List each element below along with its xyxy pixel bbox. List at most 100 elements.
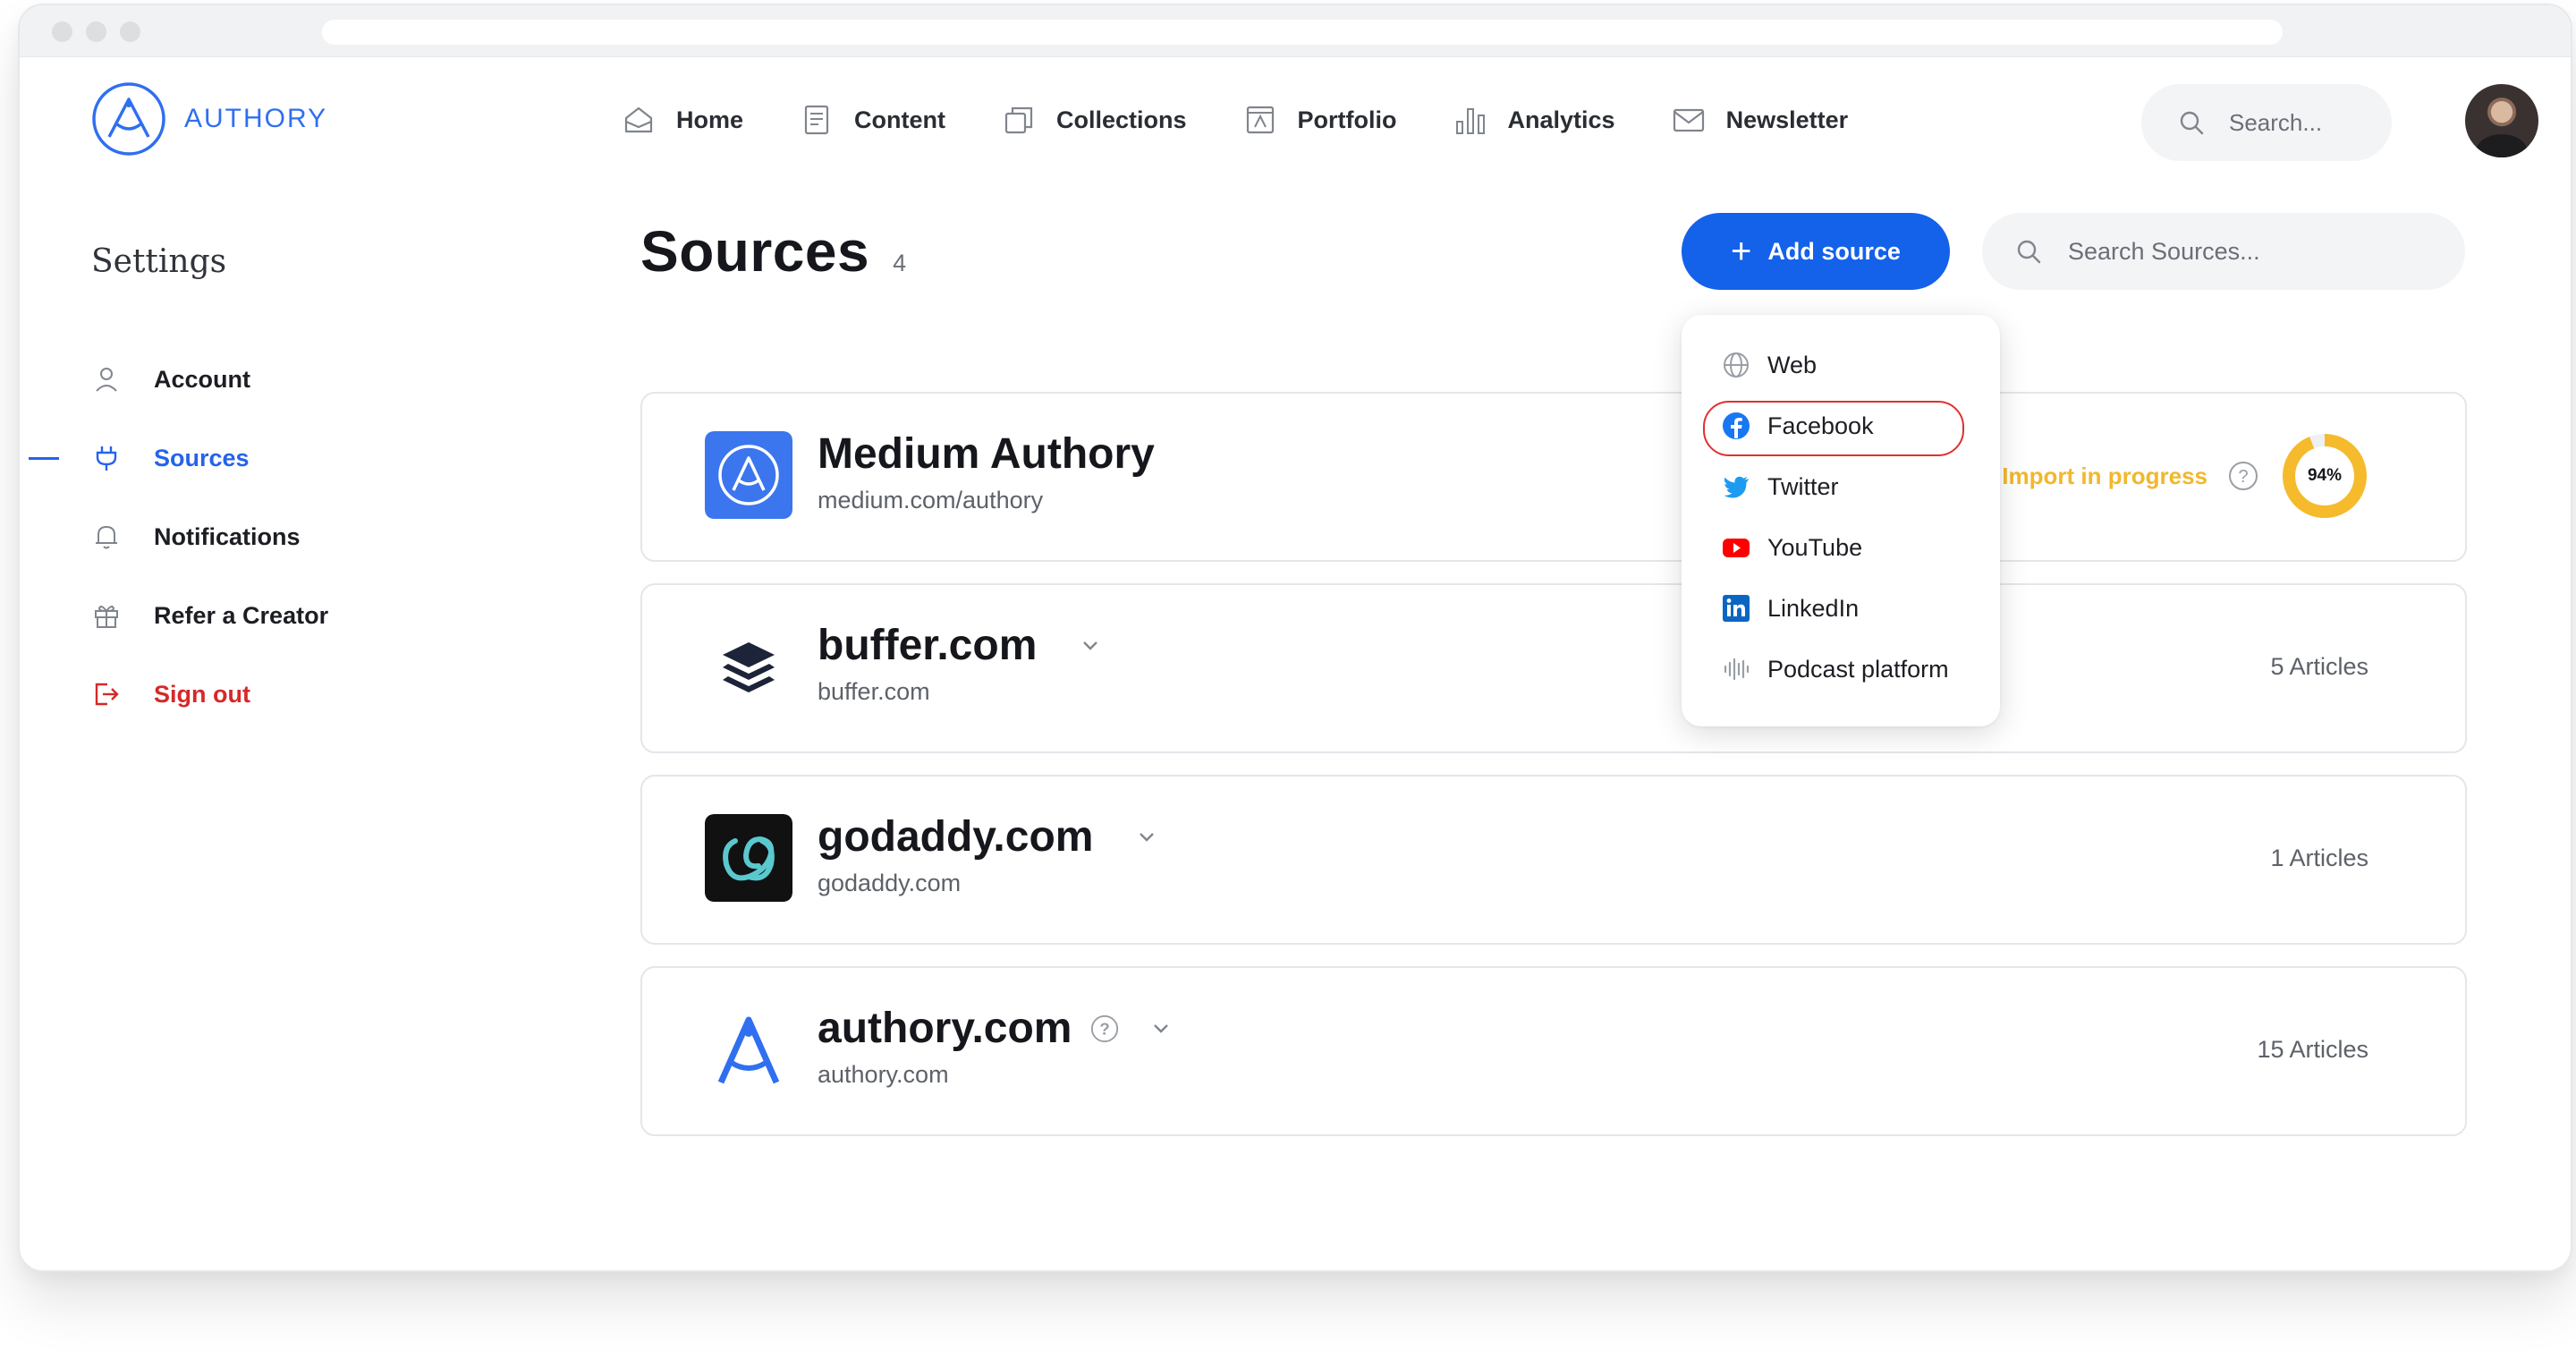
nav-item-portfolio[interactable]: Portfolio: [1242, 102, 1397, 138]
sidebar-item-refer[interactable]: Refer a Creator: [91, 576, 328, 655]
menu-item-label: Facebook: [1767, 412, 1874, 439]
user-avatar[interactable]: [2465, 84, 2538, 157]
sources-search-input[interactable]: [2066, 236, 2424, 267]
search-icon: [2017, 240, 2041, 264]
help-icon[interactable]: ?: [1089, 1014, 1120, 1044]
menu-item-label: LinkedIn: [1767, 594, 1860, 622]
source-card-medium[interactable]: Medium Authory medium.com/authory Import…: [640, 392, 2467, 562]
avatar-shirt: [2476, 134, 2528, 157]
global-search-input[interactable]: [2227, 107, 2370, 138]
buffer-logo-icon: [723, 642, 775, 692]
browser-chrome: [20, 5, 2571, 57]
top-nav: Home Content Collections Portfolio Analy…: [621, 95, 1848, 145]
nav-label: Newsletter: [1725, 106, 1849, 133]
active-indicator: [29, 457, 59, 460]
home-icon: [624, 106, 653, 133]
nav-item-newsletter[interactable]: Newsletter: [1671, 102, 1849, 138]
source-name: godaddy.com: [818, 813, 1094, 861]
address-bar[interactable]: [322, 20, 2283, 45]
page-heading: Sources: [640, 219, 870, 284]
podcast-icon: [1724, 658, 1750, 681]
chevron-down-icon[interactable]: [1132, 823, 1161, 852]
nav-item-collections[interactable]: Collections: [1001, 102, 1187, 138]
source-name: buffer.com: [818, 622, 1038, 669]
bell-icon: [96, 525, 117, 549]
sources-search[interactable]: [1982, 213, 2465, 290]
sidebar-item-label: Refer a Creator: [154, 601, 329, 629]
menu-item-label: Twitter: [1767, 472, 1839, 500]
sidebar-item-label: Sign out: [154, 680, 250, 708]
menu-item-linkedin[interactable]: LinkedIn: [1682, 578, 2000, 639]
add-source-label: Add source: [1767, 237, 1901, 265]
menu-item-web[interactable]: Web: [1682, 335, 2000, 395]
window-minimize-dot[interactable]: [86, 21, 106, 42]
godaddy-logo-icon: [705, 814, 792, 902]
search-icon: [2180, 111, 2204, 135]
settings-menu: Account Sources Notifications Refer a Cr…: [29, 340, 328, 734]
window-close-dot[interactable]: [52, 21, 72, 42]
analytics-icon: [1455, 108, 1485, 134]
sidebar-item-label: Notifications: [154, 522, 301, 550]
nav-label: Collections: [1056, 106, 1187, 133]
collections-icon: [1004, 106, 1033, 134]
articles-count: 15 Articles: [2257, 1036, 2368, 1063]
source-url: authory.com: [818, 1061, 949, 1088]
twitter-icon: [1724, 476, 1749, 498]
menu-item-label: YouTube: [1767, 533, 1863, 561]
articles-count: 5 Articles: [2270, 653, 2368, 680]
portfolio-icon: [1246, 106, 1274, 134]
menu-item-podcast[interactable]: Podcast platform: [1682, 639, 2000, 700]
nav-item-analytics[interactable]: Analytics: [1453, 102, 1615, 138]
source-url: medium.com/authory: [818, 487, 1044, 513]
sidebar-item-account[interactable]: Account: [91, 340, 328, 419]
sign-out-icon: [95, 683, 119, 706]
source-url: buffer.com: [818, 678, 930, 705]
sources-count: 4: [893, 250, 907, 276]
sidebar-item-notifications[interactable]: Notifications: [91, 497, 328, 576]
nav-item-content[interactable]: Content: [799, 102, 945, 138]
plug-icon: [96, 446, 117, 471]
settings-title: Settings: [91, 243, 227, 280]
globe-icon: [1724, 352, 1749, 378]
source-name-row: godaddy.com: [818, 812, 1161, 861]
nav-label: Portfolio: [1297, 106, 1397, 133]
authory-logo-icon: [717, 1016, 780, 1084]
window-maximize-dot[interactable]: [120, 21, 140, 42]
add-source-button[interactable]: + Add source: [1682, 213, 1950, 290]
chevron-down-icon[interactable]: [1076, 632, 1105, 660]
source-card-buffer[interactable]: buffer.com buffer.com 5 Articles: [640, 583, 2467, 753]
source-name-row: buffer.com: [818, 621, 1105, 670]
menu-item-label: Podcast platform: [1767, 655, 1949, 683]
menu-item-twitter[interactable]: Twitter: [1682, 456, 2000, 517]
menu-item-youtube[interactable]: YouTube: [1682, 517, 2000, 578]
svg-text:?: ?: [2238, 467, 2248, 487]
newsletter-icon: [1673, 108, 1704, 132]
svg-text:?: ?: [1100, 1020, 1111, 1039]
sidebar-item-label: Sources: [154, 444, 250, 471]
articles-count: 1 Articles: [2270, 845, 2368, 871]
menu-item-label: Web: [1767, 351, 1818, 378]
sidebar-item-label: Account: [154, 365, 250, 393]
gift-icon: [95, 606, 118, 628]
global-search[interactable]: [2141, 84, 2392, 161]
sidebar-item-sign-out[interactable]: Sign out: [91, 655, 328, 734]
sidebar-item-sources[interactable]: Sources: [29, 419, 328, 497]
source-card-authory[interactable]: authory.com ? authory.com 15 Articles: [640, 966, 2467, 1136]
chevron-down-icon[interactable]: [1147, 1014, 1175, 1043]
help-icon[interactable]: ?: [2227, 460, 2259, 492]
progress-percent: 94%: [2307, 466, 2343, 485]
source-name-row: authory.com ?: [818, 1004, 1175, 1053]
source-url: godaddy.com: [818, 870, 962, 896]
nav-label: Home: [676, 106, 744, 133]
linkedin-icon: [1723, 595, 1750, 622]
brand-logo[interactable]: AUTHORY: [91, 79, 327, 159]
add-source-menu: Web Facebook Twitter YouTube LinkedIn Po…: [1682, 315, 2000, 726]
source-card-godaddy[interactable]: godaddy.com godaddy.com 1 Articles: [640, 775, 2467, 945]
nav-item-home[interactable]: Home: [621, 102, 743, 138]
medium-authory-icon: [705, 431, 792, 519]
nav-label: Content: [854, 106, 945, 133]
import-status: Import in progress ? 94%: [2002, 431, 2368, 521]
page-title: Sources 4: [640, 218, 906, 284]
youtube-icon: [1723, 539, 1750, 557]
menu-item-facebook[interactable]: Facebook: [1682, 395, 2000, 456]
